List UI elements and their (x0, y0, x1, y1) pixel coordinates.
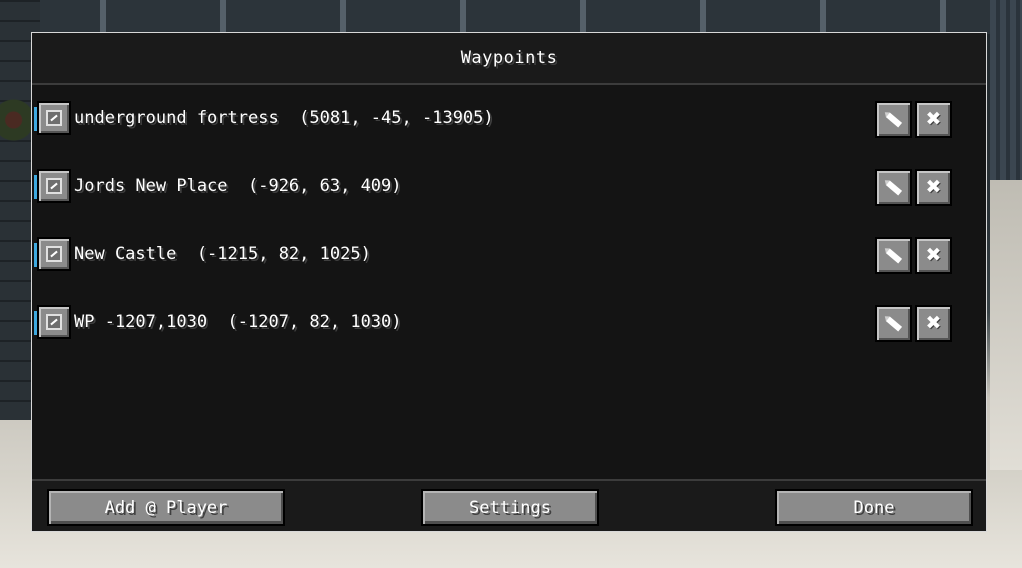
edit-waypoint-button[interactable] (875, 169, 912, 206)
settings-button[interactable]: Settings (421, 489, 599, 526)
checkbox-checked-icon (46, 314, 62, 330)
waypoint-toggle-checkbox[interactable] (37, 101, 71, 135)
waypoint-toggle-checkbox[interactable] (37, 169, 71, 203)
waypoint-label: WP -1207,1030 (-1207, 82, 1030) (74, 312, 402, 332)
waypoint-label: Jords New Place (-926, 63, 409) (74, 176, 402, 196)
pencil-icon (885, 316, 902, 331)
close-icon: ✖ (925, 108, 942, 130)
close-icon: ✖ (925, 244, 942, 266)
pencil-icon (885, 248, 902, 263)
waypoint-list[interactable]: underground fortress (5081, -45, -13905)… (32, 85, 986, 481)
background-building (40, 0, 990, 34)
waypoint-label: New Castle (-1215, 82, 1025) (74, 244, 371, 264)
checkbox-checked-icon (46, 110, 62, 126)
title-bar: Waypoints (32, 33, 986, 85)
waypoints-panel: Waypoints underground fortress (5081, -4… (31, 32, 987, 532)
waypoint-row[interactable]: WP -1207,1030 (-1207, 82, 1030) ✖ (32, 305, 986, 342)
delete-waypoint-button[interactable]: ✖ (915, 101, 952, 138)
pencil-icon (885, 112, 902, 127)
done-button[interactable]: Done (775, 489, 973, 526)
delete-waypoint-button[interactable]: ✖ (915, 169, 952, 206)
checkbox-checked-icon (46, 178, 62, 194)
edit-waypoint-button[interactable] (875, 305, 912, 342)
edit-waypoint-button[interactable] (875, 237, 912, 274)
waypoint-row[interactable]: underground fortress (5081, -45, -13905)… (32, 101, 986, 138)
background-wall-right (990, 0, 1022, 200)
waypoint-label: underground fortress (5081, -45, -13905) (74, 108, 494, 128)
delete-waypoint-button[interactable]: ✖ (915, 237, 952, 274)
waypoint-row[interactable]: Jords New Place (-926, 63, 409) ✖ (32, 169, 986, 206)
close-icon: ✖ (925, 176, 942, 198)
checkbox-checked-icon (46, 246, 62, 262)
close-icon: ✖ (925, 312, 942, 334)
delete-waypoint-button[interactable]: ✖ (915, 305, 952, 342)
pencil-icon (885, 180, 902, 195)
screen-title: Waypoints (460, 48, 558, 68)
waypoint-row[interactable]: New Castle (-1215, 82, 1025) ✖ (32, 237, 986, 274)
waypoint-toggle-checkbox[interactable] (37, 237, 71, 271)
waypoint-toggle-checkbox[interactable] (37, 305, 71, 339)
background-ground-right (990, 180, 1022, 480)
add-at-player-button[interactable]: Add @ Player (47, 489, 285, 526)
edit-waypoint-button[interactable] (875, 101, 912, 138)
background-foliage (0, 90, 34, 150)
